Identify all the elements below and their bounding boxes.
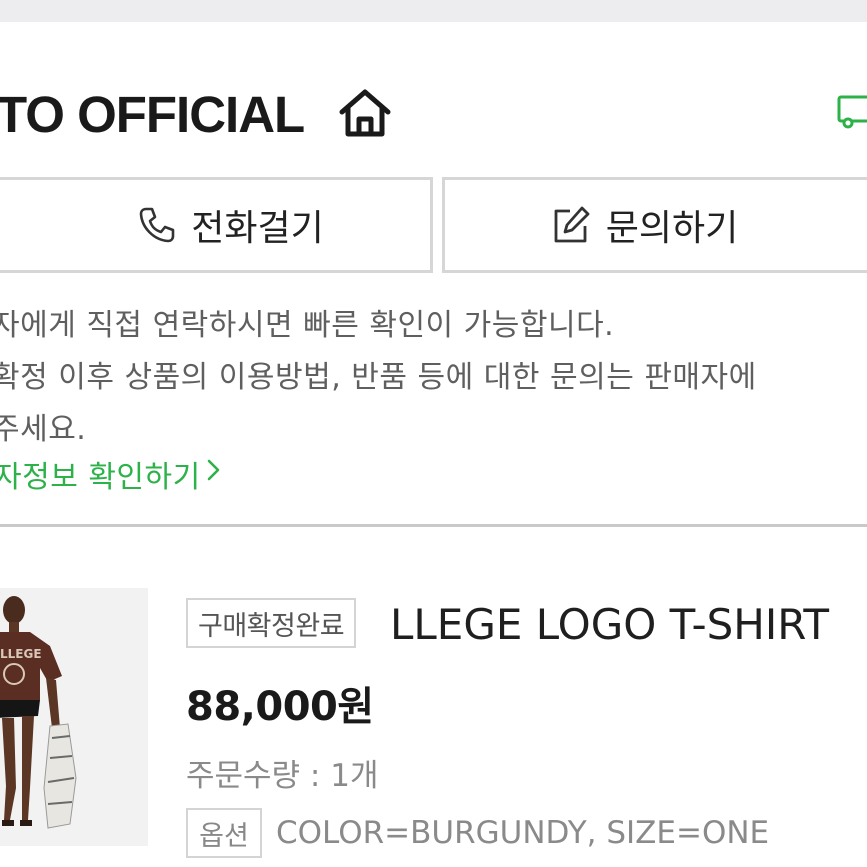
truck-icon[interactable]: [836, 92, 867, 130]
home-icon[interactable]: [338, 88, 392, 138]
section-divider: [0, 524, 867, 527]
option-label: 옵션: [186, 808, 262, 858]
phone-icon: [137, 205, 177, 245]
notice-line: 주세요.: [0, 412, 87, 447]
notice-line: 확정 이후 상품의 이용방법, 반품 등에 대한 문의는 판매자에: [0, 360, 757, 395]
status-badge: 구매확정완료: [186, 598, 357, 648]
product-image[interactable]: LLEGE: [0, 588, 148, 846]
status-bar: [0, 0, 867, 22]
order-quantity: 주문수량 : 1개: [186, 757, 379, 794]
option-value: COLOR=BURGUNDY, SIZE=ONE: [276, 815, 770, 851]
chevron-right-icon: [205, 455, 223, 493]
call-button-label: 전화걸기: [191, 208, 324, 249]
edit-icon: [550, 204, 592, 246]
store-name[interactable]: TO OFFICIAL: [0, 84, 305, 144]
call-button[interactable]: 전화걸기: [0, 177, 433, 273]
shirt-print-text: LLEGE: [0, 647, 42, 661]
seller-info-link-label: 자정보 확인하기: [0, 460, 201, 495]
notice-line: 자에게 직접 연락하시면 빠른 확인이 가능합니다.: [0, 308, 615, 343]
seller-info-link[interactable]: 자정보 확인하기: [0, 452, 223, 496]
inquiry-button[interactable]: 문의하기: [442, 177, 867, 273]
product-price: 88,000원: [186, 684, 374, 730]
inquiry-button-label: 문의하기: [605, 208, 739, 249]
seller-contact-notice: 자에게 직접 연락하시면 빠른 확인이 가능합니다. 확정 이후 상품의 이용방…: [0, 300, 867, 456]
product-name[interactable]: LLEGE LOGO T-SHIRT: [390, 598, 829, 650]
